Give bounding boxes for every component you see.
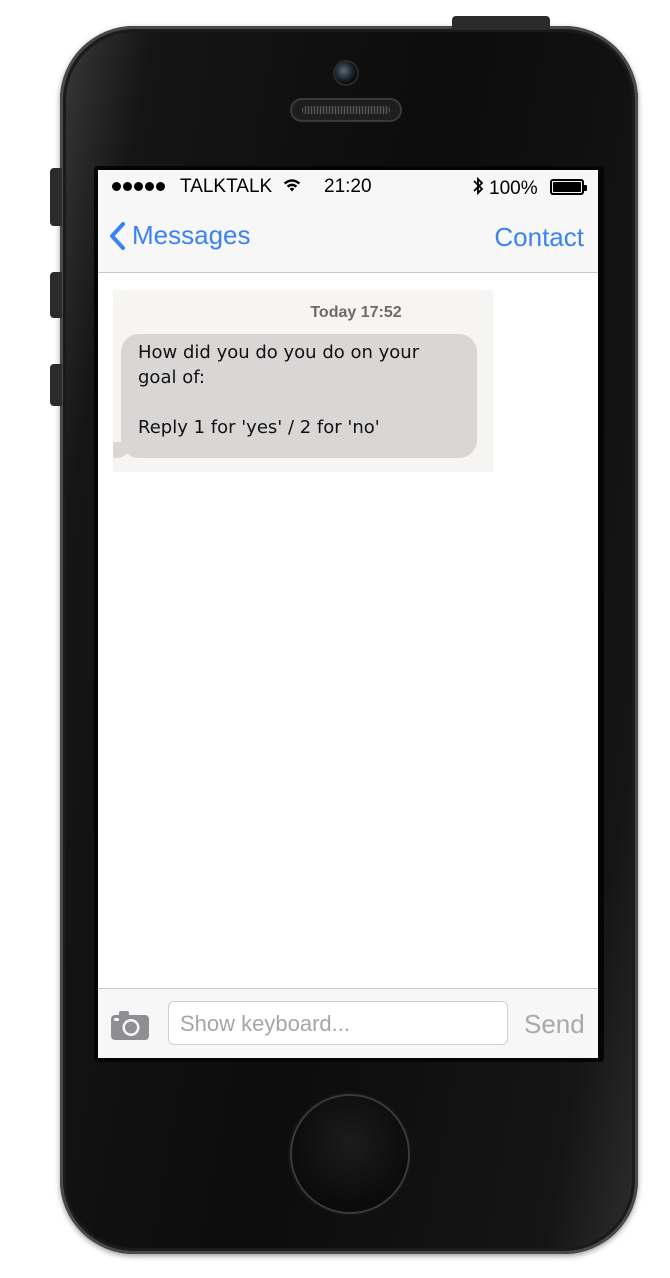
message-input[interactable]: Show keyboard... xyxy=(168,1001,508,1045)
status-bar: TALKTALK 21:20 100% xyxy=(98,170,598,204)
clock: 21:20 xyxy=(324,176,372,197)
message-text-line: Reply 1 for 'yes' / 2 for 'no' xyxy=(138,417,380,438)
volume-up-button xyxy=(50,272,62,318)
back-button-label: Messages xyxy=(132,220,251,250)
battery-percentage: 100% xyxy=(489,178,538,199)
volume-down-button xyxy=(50,364,62,406)
power-button xyxy=(452,16,550,30)
back-button[interactable]: Messages xyxy=(108,220,251,251)
earpiece-speaker xyxy=(290,98,402,122)
battery-icon xyxy=(550,179,587,195)
camera-icon[interactable] xyxy=(110,1009,150,1041)
message-timestamp: Today 17:52 xyxy=(310,304,402,321)
wifi-icon xyxy=(282,174,302,201)
received-message-bubble: How did you do you do on your goal of: R… xyxy=(113,334,477,458)
signal-strength-icon xyxy=(112,182,165,191)
carrier-name: TALKTALK xyxy=(180,176,273,197)
home-button[interactable] xyxy=(292,1096,408,1212)
bluetooth-icon xyxy=(472,176,484,201)
mute-switch xyxy=(50,168,62,226)
chevron-left-icon xyxy=(110,221,125,250)
navigation-bar: Messages Contact xyxy=(98,204,598,273)
send-button[interactable]: Send xyxy=(524,1009,585,1040)
message-screenshot: Today 17:52 How did you do you do on you… xyxy=(113,290,493,472)
message-text-line: How did you do you do on your xyxy=(138,342,420,363)
front-camera xyxy=(335,62,357,84)
display: TALKTALK 21:20 100% Messages Contact Tod… xyxy=(98,170,598,1058)
message-text-line: goal of: xyxy=(138,367,205,388)
contact-button[interactable]: Contact xyxy=(494,222,584,253)
message-input-toolbar: Show keyboard... Send xyxy=(98,988,598,1058)
